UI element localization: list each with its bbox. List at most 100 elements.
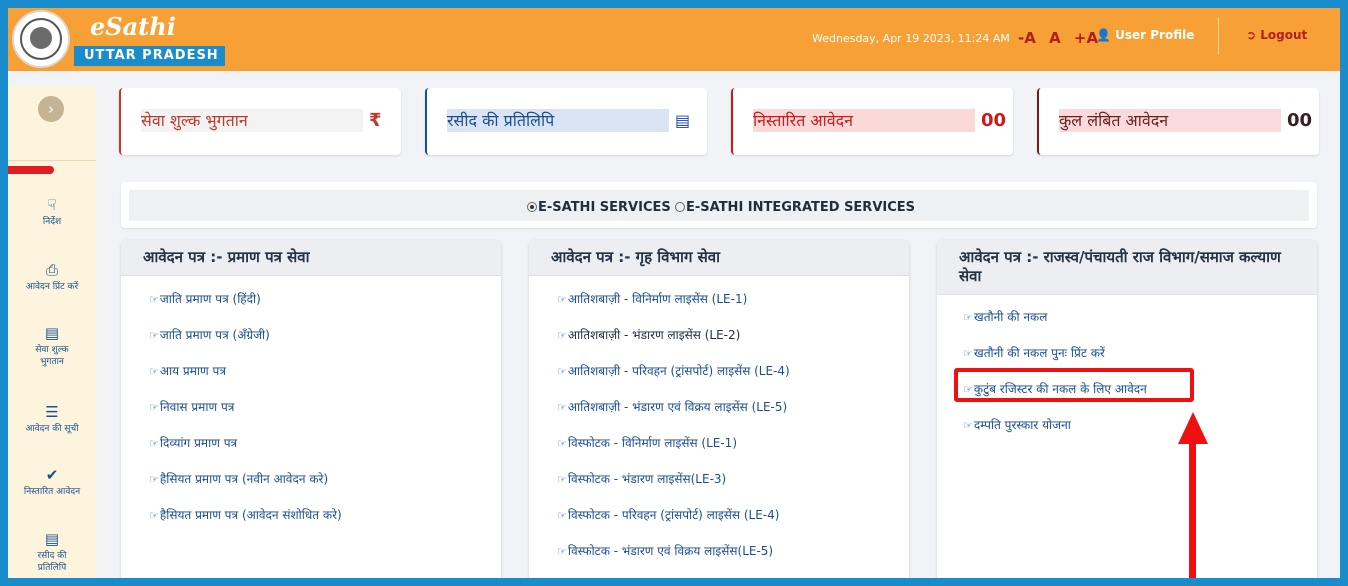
font-reset-button[interactable]: A <box>1049 29 1061 47</box>
print-icon: ⎙ <box>45 261 58 279</box>
hand-point-right-icon: ☞ <box>149 365 159 378</box>
card-receipt-copy[interactable]: रसीद की प्रतिलिपि ▤ <box>425 88 707 155</box>
panel-header: आवेदन पत्र :- राजस्व/पंचायती राज विभाग/स… <box>937 240 1317 295</box>
user-profile-link[interactable]: 👤 User Profile <box>1096 28 1194 42</box>
link-domicile-certificate[interactable]: ☞निवास प्रमाण पत्र <box>149 398 234 415</box>
link-fireworks-storage-sale-le5[interactable]: ☞आतिशबाज़ी - भंडारण एवं विक्रय लाइसेंस (… <box>557 398 787 415</box>
card-pending-applications[interactable]: कुल लंबित आवेदन 00 <box>1037 88 1319 155</box>
radio-esathi-services[interactable]: E-SATHI SERVICES <box>527 200 671 215</box>
link-explosives-storage-le3[interactable]: ☞विस्फोटक - भंडारण लाइसेंस(LE-3) <box>557 470 726 487</box>
panel-certificate-services: आवेदन पत्र :- प्रमाण पत्र सेवा ☞जाति प्र… <box>121 240 501 578</box>
annotation-arrow-head <box>1178 412 1208 444</box>
pending-count: 00 <box>1287 110 1313 131</box>
link-khatauni-copy-reprint[interactable]: ☞खतौनी की नकल पुनः प्रिंट करें <box>963 344 1105 361</box>
sidebar-item-label: निर्देश <box>42 217 62 227</box>
link-status-certificate-edit[interactable]: ☞हैसियत प्रमाण पत्र (आवेदन संशोधित करे) <box>149 506 342 523</box>
link-disability-certificate[interactable]: ☞दिव्यांग प्रमाण पत्र <box>149 434 237 451</box>
header-divider <box>1218 17 1219 55</box>
hand-point-right-icon: ☞ <box>557 329 567 342</box>
brand-subtitle: UTTAR PRADESH <box>74 46 225 66</box>
link-caste-certificate-hindi[interactable]: ☞जाति प्रमाण पत्र (हिंदी) <box>149 290 261 307</box>
sidebar-item-label: आवेदन की सूची <box>25 424 79 434</box>
font-increase-button[interactable]: +A <box>1074 29 1098 47</box>
hand-pointer-icon: ☟ <box>47 196 57 214</box>
hand-point-right-icon: ☞ <box>557 293 567 306</box>
font-size-controls: -A A +A <box>1018 29 1106 47</box>
sidebar-toggle-button[interactable]: › <box>38 96 64 122</box>
link-explosives-storage-sale-le5[interactable]: ☞विस्फोटक - भंडारण एवं विक्रय लाइसेंस(LE… <box>557 542 773 559</box>
sidebar-divider <box>8 160 96 161</box>
link-khatauni-copy[interactable]: ☞खतौनी की नकल <box>963 308 1047 325</box>
user-icon: 👤 <box>1096 28 1111 42</box>
radio-selected-icon <box>527 202 537 212</box>
link-fireworks-transport-le4[interactable]: ☞आतिशबाज़ी - परिवहन (ट्रांसपोर्ट) लाइसें… <box>557 362 790 379</box>
link-fireworks-storage-le2[interactable]: ☞आतिशबाज़ी - भंडारण लाइसेंस (LE-2) <box>557 326 740 343</box>
panel-header: आवेदन पत्र :- गृह विभाग सेवा <box>529 240 909 276</box>
logout-icon: ➲ <box>1246 28 1257 42</box>
check-icon: ✔ <box>45 466 59 484</box>
hand-point-right-icon: ☞ <box>149 293 159 306</box>
hand-point-right-icon: ☞ <box>963 347 973 360</box>
sidebar-item-print-application[interactable]: ⎙ आवेदन प्रिंट करें <box>8 261 96 293</box>
hand-point-right-icon: ☞ <box>149 437 159 450</box>
sidebar-item-fee-payment[interactable]: ▤ सेवा शुल्क भुगतान <box>8 324 96 368</box>
service-type-bar: E-SATHI SERVICES E-SATHI INTEGRATED SERV… <box>129 190 1309 221</box>
card-title: सेवा शुल्क भुगतान <box>141 109 363 132</box>
hand-point-right-icon: ☞ <box>963 419 973 432</box>
sidebar-item-label: निस्तारित आवेदन <box>23 487 81 497</box>
emblem-core <box>30 27 52 49</box>
annotation-arrow-shaft <box>1189 442 1196 578</box>
card-title: निस्तारित आवेदन <box>753 109 975 132</box>
radio-label: E-SATHI INTEGRATED SERVICES <box>686 200 915 215</box>
sidebar-active-marker <box>8 166 54 174</box>
current-datetime: Wednesday, Apr 19 2023, 11:24 AM <box>812 32 1010 45</box>
link-fireworks-manufacturing-le1[interactable]: ☞आतिशबाज़ी - विनिर्माण लाइसेंस (LE-1) <box>557 290 747 307</box>
document-icon: ▤ <box>44 530 60 548</box>
logout-label: Logout <box>1260 28 1308 42</box>
panel-title: आवेदन पत्र :- गृह विभाग सेवा <box>551 248 720 266</box>
hand-point-right-icon: ☞ <box>963 311 973 324</box>
hand-point-right-icon: ☞ <box>557 365 567 378</box>
sidebar-item-disposed-applications[interactable]: ✔ निस्तारित आवेदन <box>8 466 96 498</box>
panel-title: आवेदन पत्र :- राजस्व/पंचायती राज विभाग/स… <box>959 248 1281 285</box>
card-title: रसीद की प्रतिलिपि <box>447 109 669 132</box>
link-caste-certificate-english[interactable]: ☞जाति प्रमाण पत्र (अँग्रेजी) <box>149 326 270 343</box>
panel-home-department-services: आवेदन पत्र :- गृह विभाग सेवा ☞आतिशबाज़ी … <box>529 240 909 578</box>
sidebar-item-instructions[interactable]: ☟ निर्देश <box>8 196 96 228</box>
link-explosives-transport-le4[interactable]: ☞विस्फोटक - परिवहन (ट्रांसपोर्ट) लाइसेंस… <box>557 506 779 523</box>
highlight-annotation-box <box>954 368 1194 402</box>
rupee-icon: ₹ <box>369 110 382 131</box>
hand-point-right-icon: ☞ <box>557 545 567 558</box>
credit-card-icon: ▤ <box>44 324 60 342</box>
top-header: eSathi UTTAR PRADESH Wednesday, Apr 19 2… <box>8 8 1340 71</box>
radio-unselected-icon <box>675 202 685 212</box>
service-type-selector: E-SATHI SERVICES E-SATHI INTEGRATED SERV… <box>121 182 1317 228</box>
hand-point-right-icon: ☞ <box>557 437 567 450</box>
sidebar-item-label: रसीद की प्रतिलिपि <box>37 551 67 573</box>
font-decrease-button[interactable]: -A <box>1018 29 1036 47</box>
hand-point-right-icon: ☞ <box>149 509 159 522</box>
radio-esathi-integrated-services[interactable]: E-SATHI INTEGRATED SERVICES <box>675 200 915 215</box>
chevron-right-icon: › <box>48 100 54 118</box>
panel-header: आवेदन पत्र :- प्रमाण पत्र सेवा <box>121 240 501 276</box>
card-fee-payment[interactable]: सेवा शुल्क भुगतान ₹ <box>119 88 401 155</box>
sidebar-item-receipt-copy[interactable]: ▤ रसीद की प्रतिलिपि <box>8 530 96 574</box>
hand-point-right-icon: ☞ <box>557 509 567 522</box>
link-explosives-manufacturing-le1[interactable]: ☞विस्फोटक - विनिर्माण लाइसेंस (LE-1) <box>557 434 737 451</box>
sidebar-item-label: सेवा शुल्क भुगतान <box>35 345 69 367</box>
link-couple-award-scheme[interactable]: ☞दम्पति पुरस्कार योजना <box>963 416 1071 433</box>
link-income-certificate[interactable]: ☞आय प्रमाण पत्र <box>149 362 226 379</box>
app-frame: eSathi UTTAR PRADESH Wednesday, Apr 19 2… <box>8 8 1340 578</box>
logout-button[interactable]: ➲ Logout <box>1246 28 1307 42</box>
list-icon: ☰ <box>45 403 59 421</box>
hand-point-right-icon: ☞ <box>149 473 159 486</box>
hand-point-right-icon: ☞ <box>149 401 159 414</box>
receipt-icon: ▤ <box>675 111 691 130</box>
link-status-certificate-new[interactable]: ☞हैसियत प्रमाण पत्र (नवीन आवेदन करे) <box>149 470 328 487</box>
hand-point-right-icon: ☞ <box>149 329 159 342</box>
sidebar-item-application-list[interactable]: ☰ आवेदन की सूची <box>8 403 96 435</box>
brand-title: eSathi <box>90 12 176 41</box>
hand-point-right-icon: ☞ <box>557 473 567 486</box>
up-emblem-logo <box>12 10 70 68</box>
card-disposed-applications[interactable]: निस्तारित आवेदन 00 <box>731 88 1013 155</box>
